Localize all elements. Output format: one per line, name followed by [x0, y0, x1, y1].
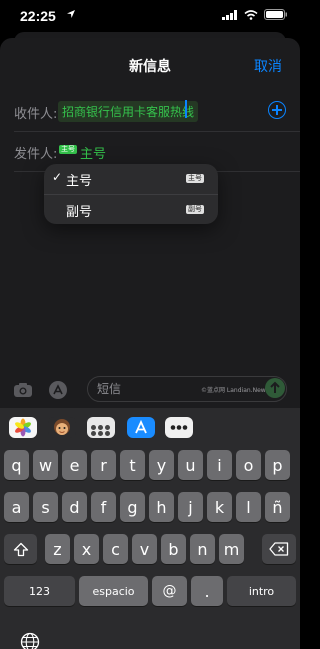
shift-arrow-icon	[13, 542, 28, 556]
recipient-chip[interactable]: 招商银行信用卡客服热线	[58, 101, 199, 122]
sim-badge: 主号	[186, 174, 204, 183]
return-key[interactable]: intro	[227, 576, 296, 606]
key-w[interactable]: w	[33, 450, 58, 480]
add-contact-button[interactable]	[268, 101, 286, 119]
menu-item-secondary-line[interactable]: 副号 副号	[44, 194, 218, 225]
battery-icon	[264, 9, 287, 20]
key-i[interactable]: i	[207, 450, 232, 480]
memoji-icon[interactable]	[48, 417, 76, 438]
checkmark-icon: ✓	[52, 170, 63, 184]
delete-backward-icon	[269, 542, 289, 556]
status-indicators	[222, 9, 288, 20]
key-s[interactable]: s	[33, 492, 58, 522]
status-bar: 22:25	[0, 0, 300, 32]
camera-icon[interactable]	[13, 382, 33, 398]
key-h[interactable]: h	[149, 492, 174, 522]
cancel-button[interactable]: 取消	[254, 56, 282, 76]
recipient-row: 收件人: 招商银行信用卡客服热线	[14, 91, 300, 132]
at-key[interactable]: @	[152, 576, 187, 606]
location-arrow-icon	[67, 10, 75, 18]
key-o[interactable]: o	[236, 450, 261, 480]
key-n-tilde[interactable]: ñ	[265, 492, 290, 522]
menu-item-label: 主号	[66, 174, 93, 189]
text-cursor	[185, 100, 187, 118]
key-c[interactable]: c	[103, 534, 128, 564]
shift-key[interactable]	[4, 534, 37, 564]
key-j[interactable]: j	[178, 492, 203, 522]
sender-label: 发件人:	[14, 147, 58, 162]
sim-badge: 副号	[186, 205, 204, 214]
key-r[interactable]: r	[91, 450, 116, 480]
key-m[interactable]: m	[219, 534, 244, 564]
period-key[interactable]: .	[191, 576, 223, 606]
recipient-label: 收件人:	[14, 107, 58, 122]
key-b[interactable]: b	[161, 534, 186, 564]
key-y[interactable]: y	[149, 450, 174, 480]
key-q[interactable]: q	[4, 450, 29, 480]
compose-bar: ©蓝点网 Landian.News	[0, 370, 300, 410]
imessage-app-strip	[0, 408, 300, 446]
message-field[interactable]: ©蓝点网 Landian.News	[87, 376, 287, 402]
app-store-icon[interactable]	[48, 380, 68, 400]
photos-icon[interactable]	[9, 417, 37, 438]
key-a[interactable]: a	[4, 492, 29, 522]
key-x[interactable]: x	[74, 534, 99, 564]
app-store-icon[interactable]	[127, 417, 155, 438]
message-input[interactable]	[97, 379, 207, 399]
key-f[interactable]: f	[91, 492, 116, 522]
key-u[interactable]: u	[178, 450, 203, 480]
key-n[interactable]: n	[190, 534, 215, 564]
watermark: ©蓝点网 Landian.News	[201, 387, 269, 394]
menu-item-label: 副号	[66, 205, 93, 220]
numbers-key[interactable]: 123	[4, 576, 75, 606]
key-v[interactable]: v	[132, 534, 157, 564]
key-d[interactable]: d	[62, 492, 87, 522]
sender-value: 主号	[80, 147, 107, 162]
wifi-icon	[244, 9, 258, 20]
line-selection-menu: ✓ 主号 主号 副号 副号	[44, 164, 218, 224]
key-l[interactable]: l	[236, 492, 261, 522]
key-z[interactable]: z	[45, 534, 70, 564]
key-p[interactable]: p	[265, 450, 290, 480]
key-g[interactable]: g	[120, 492, 145, 522]
arrow-up-icon	[270, 381, 280, 393]
send-button[interactable]	[265, 378, 285, 398]
key-t[interactable]: t	[120, 450, 145, 480]
key-k[interactable]: k	[207, 492, 232, 522]
handwriting-icon[interactable]	[87, 417, 115, 438]
backspace-key[interactable]	[262, 534, 296, 564]
status-time: 22:25	[20, 8, 56, 24]
globe-icon[interactable]	[20, 632, 40, 649]
keyboard-area: q w e r t y u i o p a s d f g h j k l ñ …	[0, 408, 300, 649]
key-e[interactable]: e	[62, 450, 87, 480]
cellular-signal-icon	[222, 9, 237, 20]
space-key[interactable]: espacio	[79, 576, 148, 606]
menu-item-primary-line[interactable]: ✓ 主号 主号	[44, 164, 218, 194]
new-message-sheet: 新信息 取消 收件人: 招商银行信用卡客服热线 发件人: 主号 主号 ✓ 主号 …	[0, 38, 300, 649]
sim-badge: 主号	[59, 145, 77, 154]
more-apps-icon[interactable]	[165, 417, 193, 438]
